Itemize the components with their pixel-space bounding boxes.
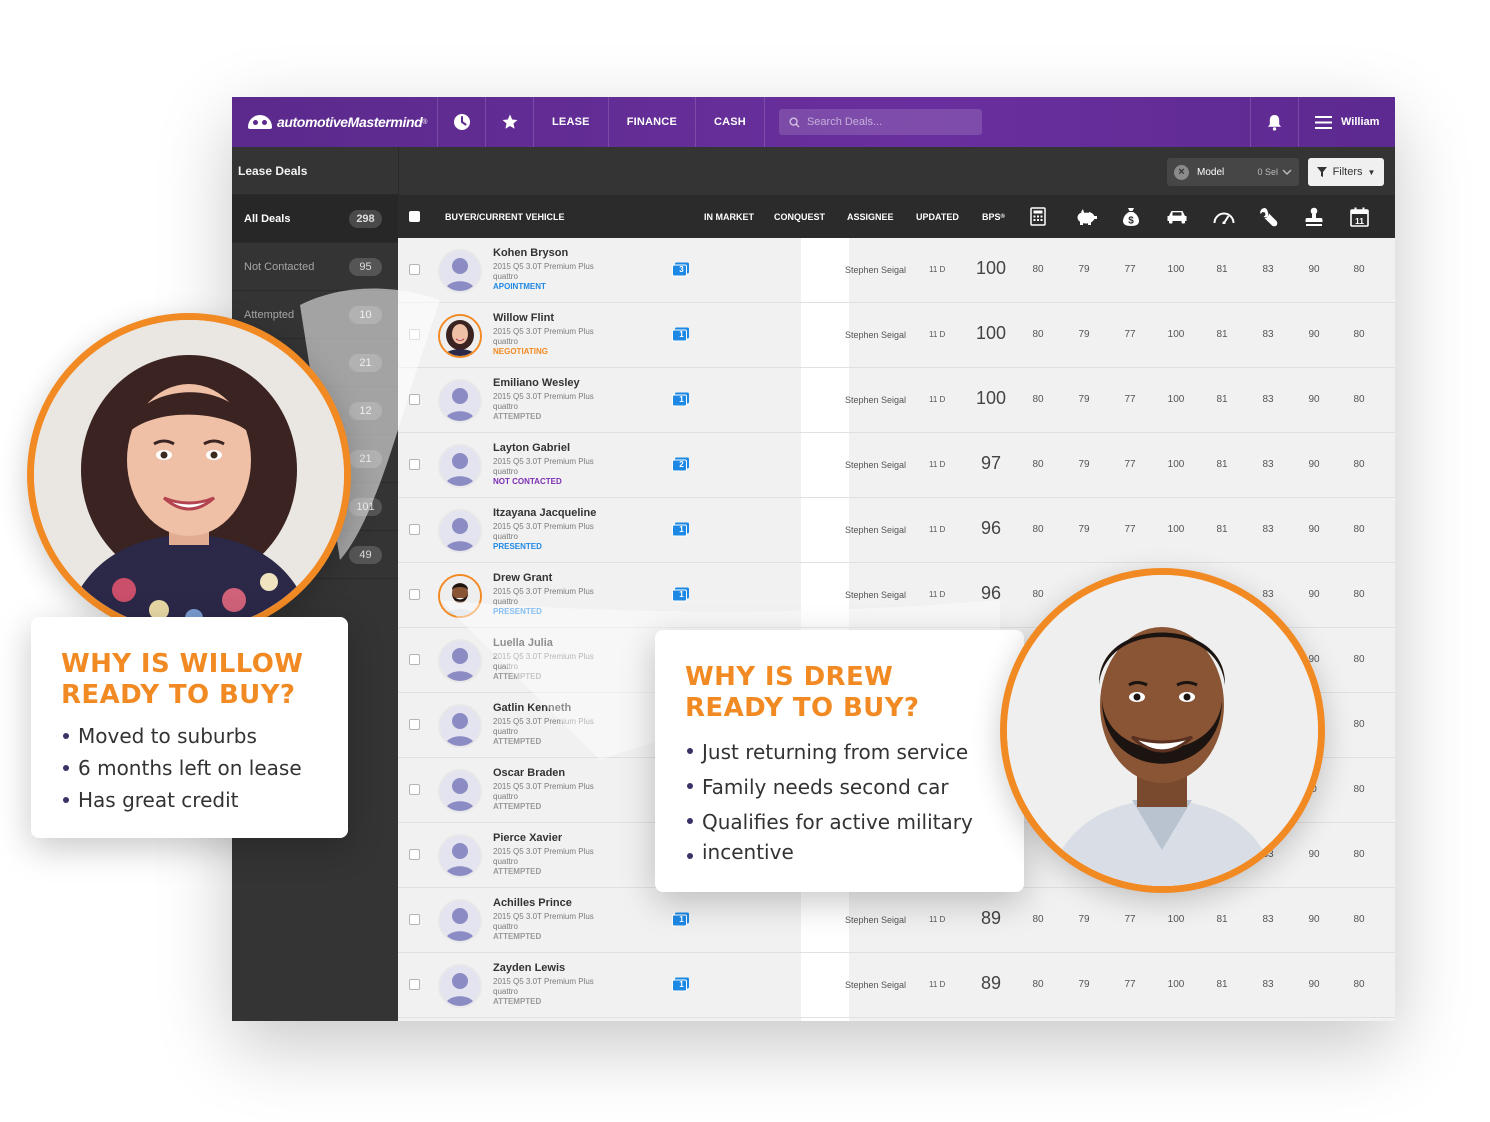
list-item: Family needs second car [685, 770, 1024, 805]
willow-photo [27, 313, 351, 637]
drew-callout-title: WHY IS DREW READY TO BUY? [685, 662, 920, 723]
list-item: 6 months left on lease [61, 752, 348, 784]
willow-callout-title: WHY IS WILLOW READY TO BUY? [61, 649, 304, 710]
list-item-continuation: incentive [685, 840, 1024, 864]
list-item: Just returning from service [685, 735, 1024, 770]
drew-callout-card: WHY IS DREW READY TO BUY? Just returning … [655, 630, 1024, 892]
list-item: Has great credit [61, 784, 348, 816]
list-item: Qualifies for active military [685, 805, 1024, 840]
drew-reasons-list: Just returning from service Family needs… [685, 735, 1024, 864]
drew-photo [1000, 568, 1325, 893]
willow-reasons-list: Moved to suburbs 6 months left on lease … [61, 720, 348, 816]
willow-callout-card: WHY IS WILLOW READY TO BUY? Moved to subu… [31, 617, 348, 838]
man-portrait-illustration [1007, 575, 1318, 886]
list-item: Moved to suburbs [61, 720, 348, 752]
woman-portrait-illustration [34, 320, 344, 630]
